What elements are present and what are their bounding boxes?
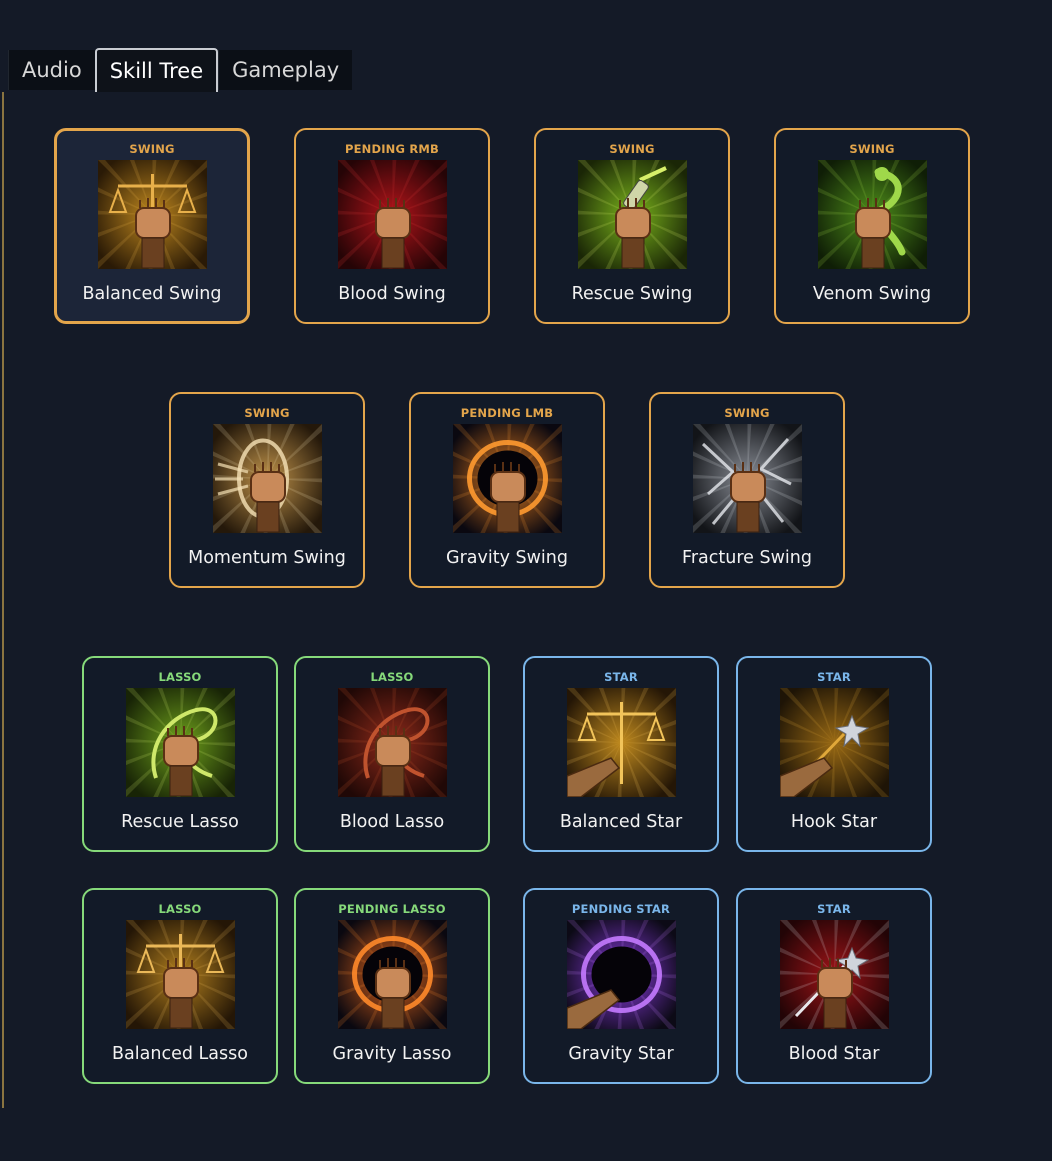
skill-tree-screen: Audio Skill Tree Gameplay SWING Balanced… (0, 0, 1052, 1161)
tab-audio[interactable]: Audio (8, 50, 95, 90)
skill-tag: PENDING STAR (571, 902, 671, 916)
skill-name: Rescue Lasso (121, 812, 239, 832)
skill-card-gravity-star[interactable]: PENDING STAR Gravity Star (523, 888, 719, 1084)
gravity-lasso-icon (338, 920, 447, 1029)
tab-gameplay[interactable]: Gameplay (218, 50, 353, 90)
skill-card-rescue-swing[interactable]: SWING Rescue Swing (534, 128, 730, 324)
skill-card-gravity-swing[interactable]: PENDING LMB Gravity Swing (409, 392, 605, 588)
skill-tag: SWING (129, 142, 175, 156)
blood-swing-icon (338, 160, 447, 269)
skill-card-hook-star[interactable]: STAR Hook Star (736, 656, 932, 852)
skill-card-venom-swing[interactable]: SWING Venom Swing (774, 128, 970, 324)
skill-name: Blood Star (788, 1044, 880, 1064)
skill-tag: STAR (604, 670, 638, 684)
hook-star-icon (780, 688, 889, 797)
balanced-lasso-icon (126, 920, 235, 1029)
skill-name: Gravity Star (568, 1044, 674, 1064)
gravity-swing-icon (453, 424, 562, 533)
skill-name: Blood Lasso (339, 812, 445, 832)
skill-tag: SWING (609, 142, 655, 156)
skill-name: Hook Star (790, 812, 878, 832)
skill-card-rescue-lasso[interactable]: LASSO Rescue Lasso (82, 656, 278, 852)
skill-name: Gravity Lasso (332, 1044, 452, 1064)
skill-tag: PENDING LASSO (338, 902, 446, 916)
skill-name: Momentum Swing (188, 548, 346, 568)
skill-tag: SWING (244, 406, 290, 420)
skill-card-blood-swing[interactable]: PENDING RMB Blood Swing (294, 128, 490, 324)
skill-name: Blood Swing (338, 284, 446, 304)
blood-star-icon (780, 920, 889, 1029)
skill-tag: PENDING RMB (344, 142, 440, 156)
skill-name: Balanced Swing (82, 284, 222, 304)
gravity-star-icon (567, 920, 676, 1029)
skill-name: Rescue Swing (571, 284, 693, 304)
skill-tag: PENDING LMB (460, 406, 554, 420)
tab-bar: Audio Skill Tree Gameplay (8, 48, 353, 92)
skill-tag: SWING (849, 142, 895, 156)
skill-card-balanced-swing[interactable]: SWING Balanced Swing (54, 128, 250, 324)
panel-border (2, 92, 4, 1108)
skill-tag: STAR (817, 902, 851, 916)
skill-card-balanced-lasso[interactable]: LASSO Balanced Lasso (82, 888, 278, 1084)
skill-name: Venom Swing (812, 284, 932, 304)
skill-name: Balanced Star (559, 812, 683, 832)
skill-tag: LASSO (370, 670, 414, 684)
rescue-lasso-icon (126, 688, 235, 797)
skill-card-blood-star[interactable]: STAR Blood Star (736, 888, 932, 1084)
blood-lasso-icon (338, 688, 447, 797)
skill-tag: LASSO (158, 670, 202, 684)
skill-name: Balanced Lasso (112, 1044, 248, 1064)
venom-swing-icon (818, 160, 927, 269)
skill-name: Fracture Swing (682, 548, 812, 568)
fracture-swing-icon (693, 424, 802, 533)
skill-card-momentum-swing[interactable]: SWING Momentum Swing (169, 392, 365, 588)
skill-card-blood-lasso[interactable]: LASSO Blood Lasso (294, 656, 490, 852)
skill-name: Gravity Swing (446, 548, 568, 568)
skill-tag: SWING (724, 406, 770, 420)
balanced-swing-icon (98, 160, 207, 269)
skill-card-gravity-lasso[interactable]: PENDING LASSO Gravity Lasso (294, 888, 490, 1084)
balanced-star-icon (567, 688, 676, 797)
skill-card-fracture-swing[interactable]: SWING Fracture Swing (649, 392, 845, 588)
skill-card-balanced-star[interactable]: STAR Balanced Star (523, 656, 719, 852)
rescue-swing-icon (578, 160, 687, 269)
tab-skill-tree[interactable]: Skill Tree (94, 48, 219, 92)
skill-tag: LASSO (158, 902, 202, 916)
skill-tag: STAR (817, 670, 851, 684)
momentum-swing-icon (213, 424, 322, 533)
